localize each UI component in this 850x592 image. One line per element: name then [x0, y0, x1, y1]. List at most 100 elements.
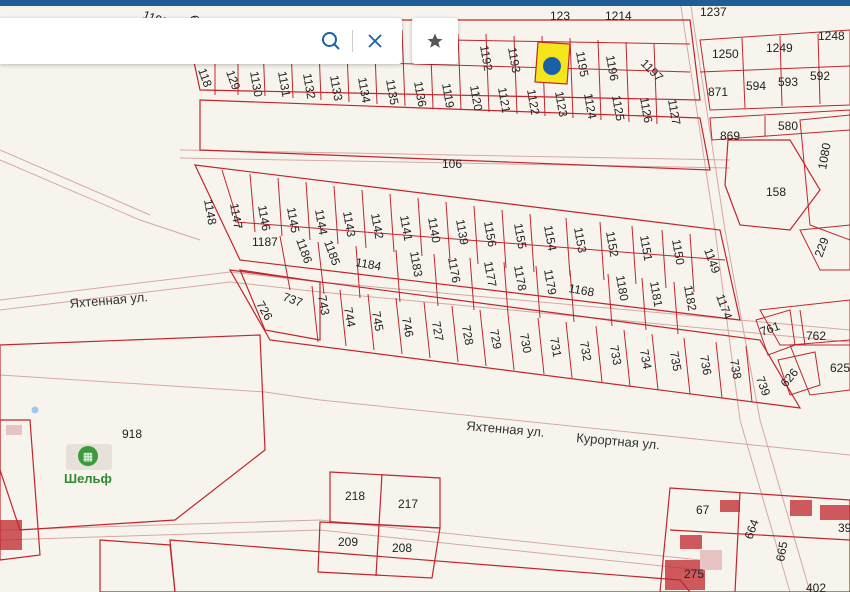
- svg-text:209: 209: [338, 535, 358, 549]
- svg-text:1123: 1123: [552, 90, 570, 118]
- svg-text:118: 118: [195, 66, 215, 89]
- svg-text:1119: 1119: [439, 82, 457, 109]
- svg-text:739: 739: [753, 374, 773, 398]
- street-kurortnaya: Курортная ул.: [576, 430, 661, 452]
- svg-text:729: 729: [487, 328, 504, 350]
- favorite-button[interactable]: [412, 18, 458, 64]
- svg-text:1120: 1120: [467, 84, 485, 112]
- cadastral-map[interactable]: 1198 664 123 1214 1237 118 129 1130 1131…: [0, 6, 850, 592]
- svg-text:1195: 1195: [573, 50, 591, 78]
- svg-text:1146: 1146: [255, 204, 273, 232]
- svg-text:1144: 1144: [312, 208, 330, 236]
- svg-text:726: 726: [253, 299, 275, 324]
- svg-text:1178: 1178: [511, 264, 529, 292]
- svg-text:1155: 1155: [511, 222, 529, 250]
- svg-text:732: 732: [577, 340, 594, 362]
- svg-text:730: 730: [517, 332, 534, 354]
- search-bar: [0, 18, 402, 64]
- svg-text:665: 665: [773, 540, 790, 562]
- svg-text:1142: 1142: [368, 212, 386, 240]
- close-icon: [368, 34, 382, 48]
- svg-text:1185: 1185: [321, 238, 343, 267]
- poi-label[interactable]: Шельф: [64, 471, 112, 486]
- svg-text:1139: 1139: [453, 218, 471, 246]
- svg-text:67: 67: [696, 503, 710, 517]
- svg-text:1153: 1153: [571, 226, 589, 254]
- svg-text:746: 746: [399, 316, 416, 338]
- svg-text:592: 592: [810, 69, 830, 83]
- parcel-labels: 1198 664 123 1214 1237 118 129 1130 1131…: [122, 6, 850, 592]
- svg-text:1148: 1148: [201, 198, 219, 226]
- svg-text:1131: 1131: [275, 70, 293, 98]
- svg-text:217: 217: [398, 497, 418, 511]
- svg-text:664: 664: [742, 517, 762, 541]
- search-icon: [322, 32, 340, 50]
- svg-text:1182: 1182: [681, 284, 699, 312]
- svg-text:1176: 1176: [445, 256, 463, 284]
- svg-text:1152: 1152: [603, 230, 621, 258]
- svg-text:39: 39: [838, 521, 850, 535]
- building-icon[interactable]: ▦: [78, 446, 98, 466]
- divider: [352, 30, 353, 52]
- svg-text:218: 218: [345, 489, 365, 503]
- svg-text:1132: 1132: [300, 72, 318, 100]
- svg-text:871: 871: [708, 85, 728, 99]
- svg-text:762: 762: [806, 329, 826, 343]
- svg-text:918: 918: [122, 427, 142, 441]
- svg-text:1151: 1151: [637, 234, 655, 262]
- svg-text:733: 733: [607, 344, 624, 366]
- street-yakhtennaya-2: Яхтенная ул.: [466, 418, 545, 440]
- svg-text:1140: 1140: [425, 216, 443, 244]
- svg-text:727: 727: [429, 320, 446, 342]
- street-yakhtennaya-1: Яхтенная ул.: [69, 289, 148, 311]
- svg-text:869: 869: [720, 129, 740, 143]
- svg-text:1150: 1150: [669, 238, 687, 266]
- svg-text:1156: 1156: [481, 220, 499, 248]
- svg-text:1179: 1179: [541, 268, 559, 296]
- svg-text:1080: 1080: [815, 141, 833, 170]
- svg-text:1149: 1149: [701, 246, 723, 275]
- svg-text:1193: 1193: [505, 46, 523, 74]
- svg-text:1187: 1187: [252, 235, 278, 249]
- search-button[interactable]: [316, 26, 346, 56]
- svg-text:1135: 1135: [383, 78, 401, 106]
- svg-text:625: 625: [830, 361, 850, 375]
- svg-text:1214: 1214: [605, 9, 632, 23]
- svg-text:1147: 1147: [227, 202, 245, 230]
- svg-text:1180: 1180: [613, 274, 631, 302]
- svg-text:1237: 1237: [700, 6, 727, 19]
- svg-text:1250: 1250: [712, 47, 739, 61]
- svg-text:593: 593: [778, 75, 798, 89]
- svg-text:1145: 1145: [284, 206, 302, 234]
- svg-text:1133: 1133: [327, 74, 345, 102]
- svg-text:594: 594: [746, 79, 766, 93]
- svg-text:208: 208: [392, 541, 412, 555]
- svg-text:1143: 1143: [340, 210, 358, 238]
- svg-text:129: 129: [223, 68, 243, 92]
- svg-text:1127: 1127: [665, 98, 683, 126]
- svg-text:1141: 1141: [397, 214, 415, 242]
- svg-text:1136: 1136: [411, 80, 429, 108]
- svg-text:123: 123: [550, 9, 570, 23]
- svg-text:1249: 1249: [766, 41, 793, 55]
- svg-text:1134: 1134: [355, 76, 373, 104]
- svg-text:738: 738: [727, 358, 744, 380]
- svg-text:275: 275: [684, 567, 704, 581]
- svg-text:1196: 1196: [603, 54, 621, 82]
- clear-button[interactable]: [360, 26, 390, 56]
- svg-text:737: 737: [281, 290, 305, 310]
- star-icon: [427, 33, 443, 48]
- svg-text:1186: 1186: [293, 236, 315, 265]
- svg-text:736: 736: [697, 354, 714, 376]
- location-marker: [543, 57, 561, 75]
- svg-text:731: 731: [547, 336, 564, 358]
- svg-text:106: 106: [442, 157, 462, 171]
- svg-text:580: 580: [778, 119, 798, 133]
- street-labels: Яхтенная ул. Яхтенная ул. Курортная ул.: [69, 289, 661, 452]
- svg-text:743: 743: [315, 294, 332, 316]
- svg-text:158: 158: [766, 185, 786, 199]
- svg-text:402: 402: [806, 581, 826, 592]
- search-input[interactable]: [10, 26, 304, 58]
- svg-text:1184: 1184: [354, 255, 382, 273]
- svg-text:1181: 1181: [647, 280, 665, 308]
